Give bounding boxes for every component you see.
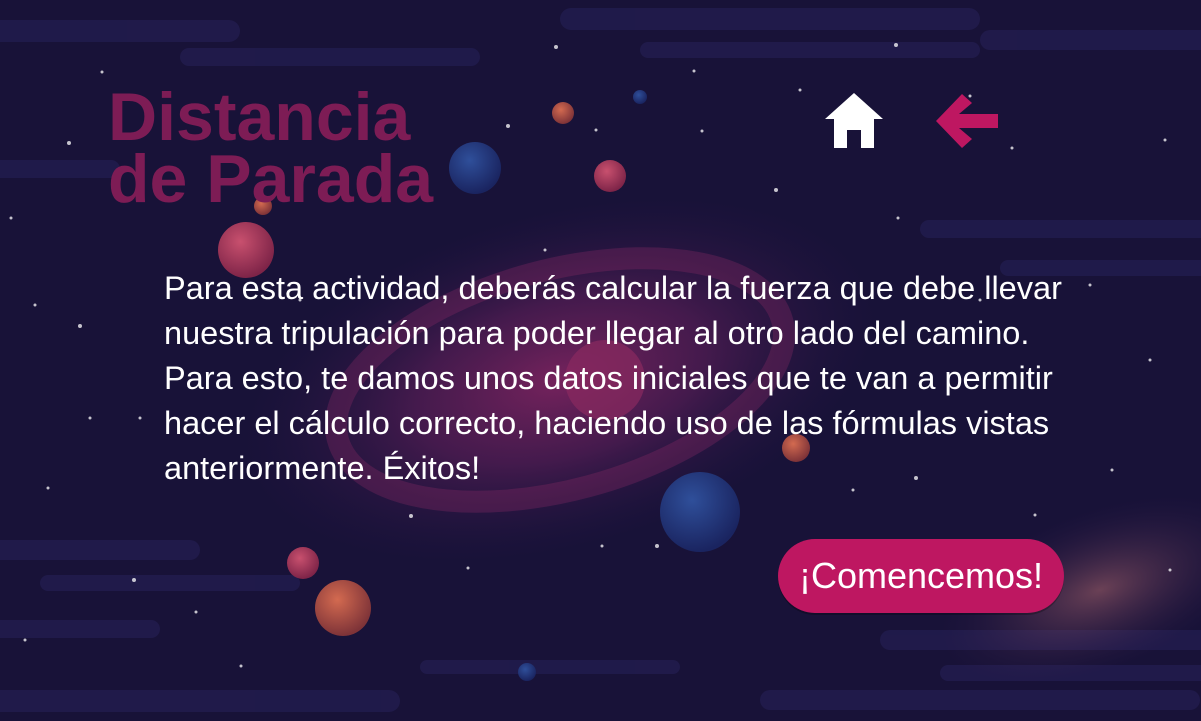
activity-description: Para esta actividad, deberás calcular la… (164, 270, 1062, 486)
space-screen: Distancia de Parada Para esta actividad,… (0, 0, 1201, 721)
home-button[interactable] (822, 90, 886, 152)
title-line-1: Distancia (108, 79, 411, 155)
home-icon (825, 93, 883, 148)
back-button[interactable] (932, 90, 1004, 152)
arrow-left-icon (936, 94, 998, 148)
page-title: Distancia de Parada (108, 79, 434, 217)
title-line-2: de Parada (108, 141, 434, 217)
start-button[interactable]: ¡Comencemos! (778, 539, 1064, 613)
